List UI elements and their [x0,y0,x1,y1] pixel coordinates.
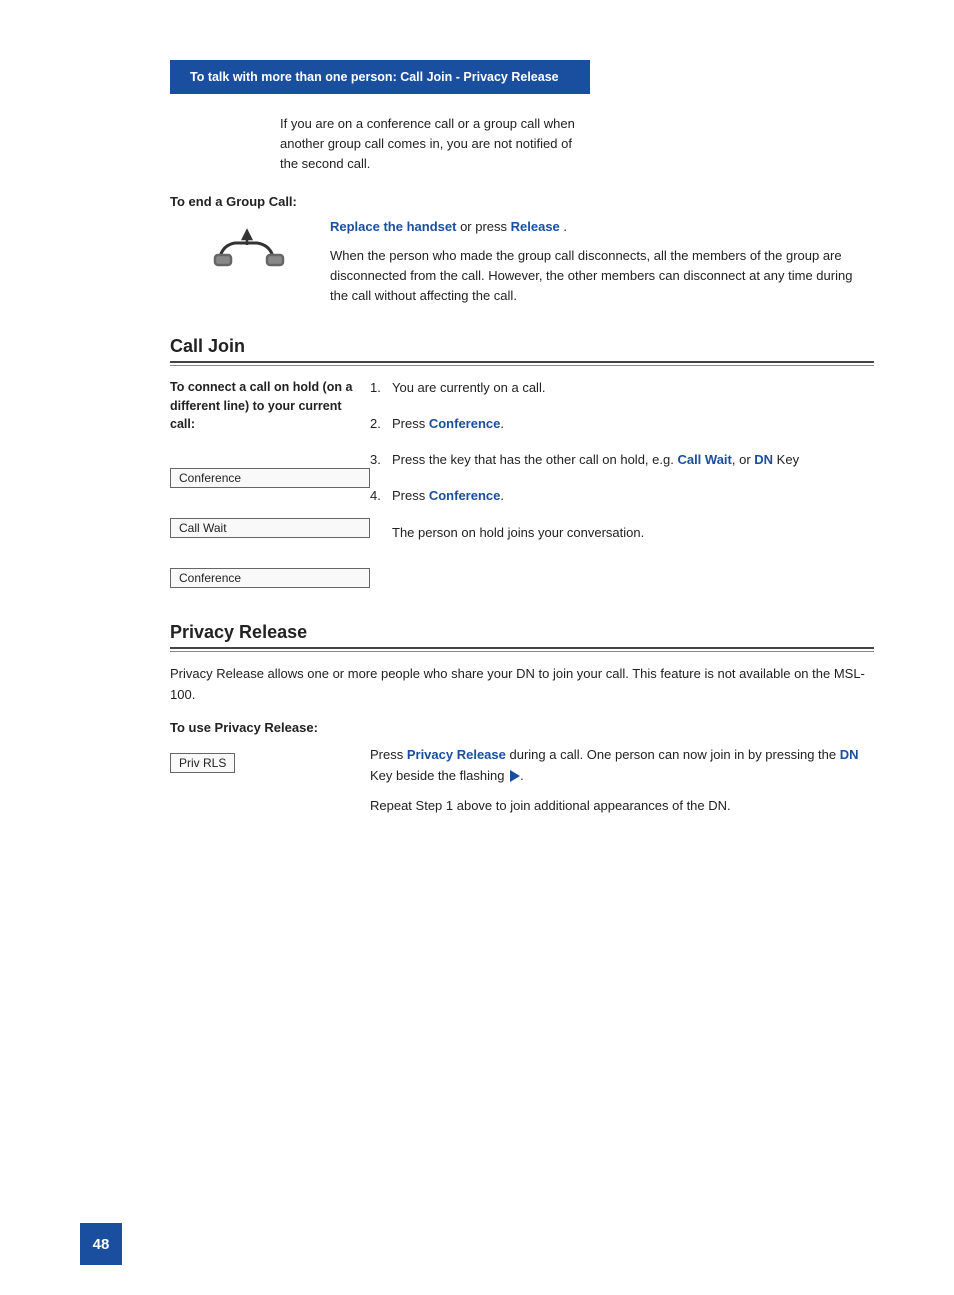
release-link: Release [511,219,560,234]
step-1: 1. You are currently on a call. [370,378,874,398]
call-wait-blue: Call Wait [677,452,731,467]
header-banner: To talk with more than one person: Call … [170,60,590,94]
priv-right: Press Privacy Release during a call. One… [370,745,874,817]
privacy-release-section: Privacy Release Privacy Release allows o… [170,622,874,817]
content-area: To end a Group Call: [0,194,954,817]
to-connect-label: To connect a call on hold (on a differen… [170,378,370,434]
call-join-heading: Call Join [170,336,874,363]
replace-handset-link: Replace the handset [330,219,456,234]
phone-icon-area [170,217,330,277]
call-wait-key: Call Wait [170,518,370,538]
to-use-label: To use Privacy Release: [170,720,874,735]
privacy-release-blue: Privacy Release [407,747,506,762]
repeat-text: Repeat Step 1 above to join additional a… [370,796,874,817]
conference-blue-1: Conference [429,416,501,431]
hold-joins-text: The person on hold joins your conversati… [392,523,874,543]
call-join-left: To connect a call on hold (on a differen… [170,378,370,592]
privacy-steps: Priv RLS Press Privacy Release during a … [170,745,874,817]
steps-list: 1. You are currently on a call. 2. Press… [370,378,874,507]
privacy-divider [170,651,874,652]
conference-key-1: Conference [170,468,370,488]
group-call-section: Replace the handset or press Release . W… [170,217,874,306]
key-row: Conference Call Wait Conference [170,434,370,592]
step-2: 2. Press Conference. [370,414,874,434]
conference-key-2: Conference [170,568,370,588]
disconnect-description: When the person who made the group call … [330,246,874,306]
replace-text-area: Replace the handset or press Release . W… [330,217,874,306]
privacy-release-heading: Privacy Release [170,622,874,649]
privacy-instruction: Press Privacy Release during a call. One… [370,745,874,787]
privacy-description: Privacy Release allows one or more peopl… [170,664,874,706]
dn-blue-2: DN [840,747,859,762]
priv-left: Priv RLS [170,745,370,817]
phone-icon [205,227,295,277]
dn-blue-1: DN [754,452,773,467]
priv-rls-key: Priv RLS [170,753,235,773]
arrow-icon [510,770,520,782]
to-end-group-label: To end a Group Call: [170,194,874,209]
page: To talk with more than one person: Call … [0,60,954,1295]
call-join-content: To connect a call on hold (on a differen… [170,378,874,592]
intro-text: If you are on a conference call or a gro… [280,114,590,174]
step-3: 3. Press the key that has the other call… [370,450,874,470]
conference-blue-2: Conference [429,488,501,503]
call-join-divider [170,365,874,366]
call-join-section: Call Join To connect a call on hold (on … [170,336,874,592]
banner-text: To talk with more than one person: Call … [190,70,559,84]
call-join-steps: 1. You are currently on a call. 2. Press… [370,378,874,592]
replace-instruction: Replace the handset or press Release . [330,217,874,237]
page-number: 48 [80,1223,122,1265]
step-4: 4. Press Conference. [370,486,874,506]
